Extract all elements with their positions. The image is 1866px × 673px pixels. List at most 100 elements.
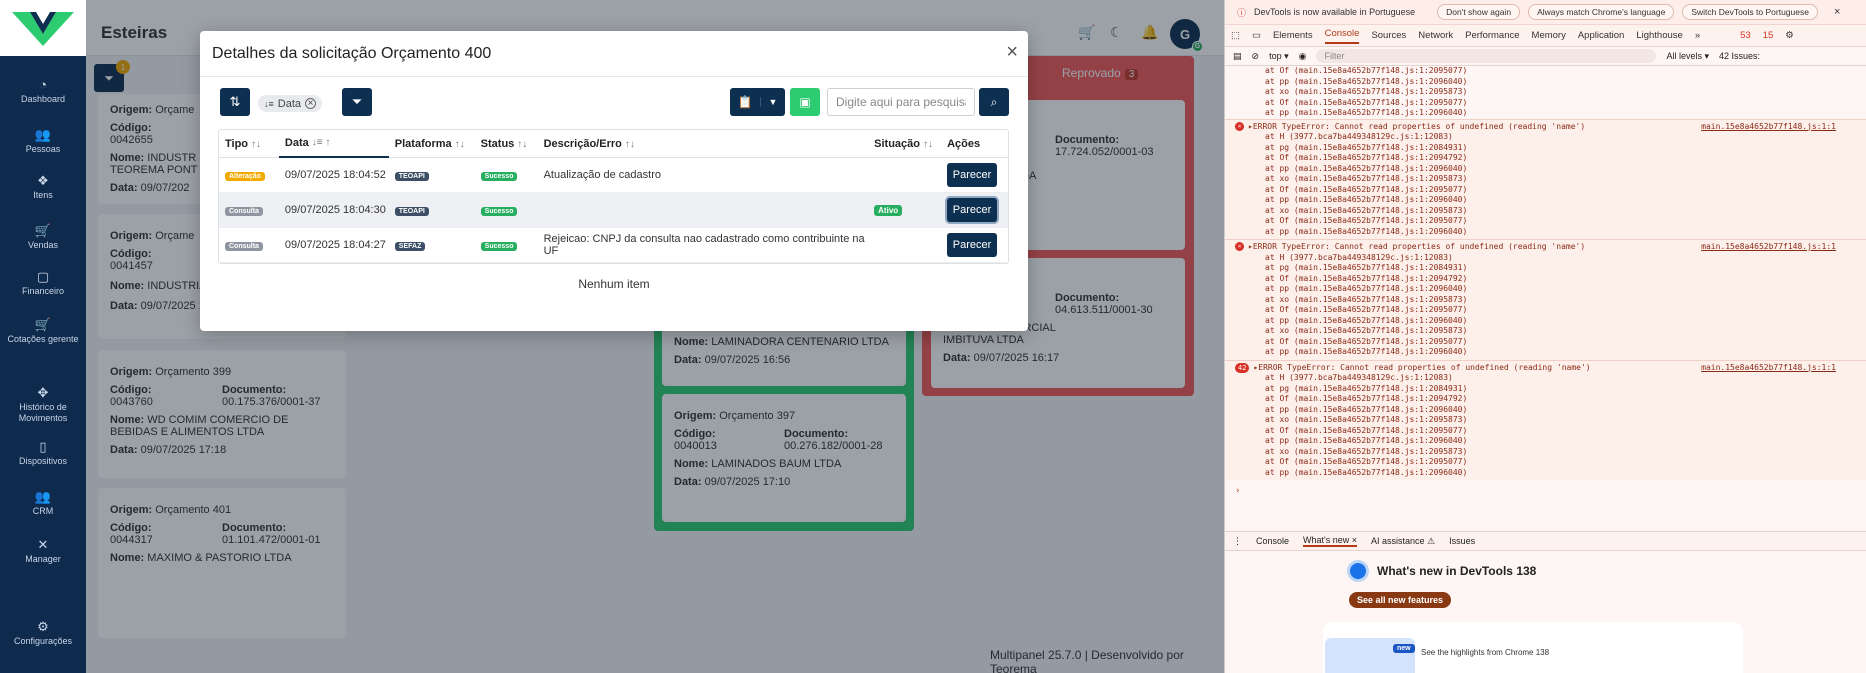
table-row: Consulta 09/07/2025 18:04:27 SEFAZ Sucesso R…	[219, 228, 1008, 263]
col-header-data[interactable]: Data ↓≡ ↑	[278, 130, 389, 158]
new-badge: new	[1393, 644, 1415, 653]
sort-toggle-button[interactable]: ⇅	[220, 88, 250, 116]
modal-divider	[200, 76, 1028, 77]
search-input[interactable]	[827, 88, 975, 116]
sidebar-item-1[interactable]: 👥 Pessoas	[0, 128, 86, 155]
sidebar-item-5[interactable]: 🛒 Cotações gerente	[0, 318, 86, 345]
drawer-tab-0[interactable]: Console	[1256, 536, 1289, 546]
sidebar-item-7[interactable]: ▯ Dispositivos	[0, 440, 86, 467]
filter-button[interactable]: ⏷	[342, 88, 372, 116]
export-dropdown-button[interactable]: 📋 ▼	[730, 88, 785, 116]
stack-frame: at xo (main.15e8a4652b77f148.js:1:209587…	[1265, 205, 1468, 215]
gear-icon[interactable]: ⚙	[1785, 30, 1794, 41]
switch-language-button[interactable]: Switch DevTools to Portuguese	[1682, 4, 1818, 20]
sidebar-item-10[interactable]: ⚙ Configurações	[0, 620, 86, 647]
see-all-features-button[interactable]: See all new features	[1349, 592, 1452, 608]
drawer-tab-2[interactable]: AI assistance ⚠	[1371, 536, 1435, 547]
col-header-situacao[interactable]: Situação ↑↓	[868, 138, 941, 150]
notice-text: DevTools is now available in Portuguese	[1254, 7, 1416, 17]
chrome-logo-icon	[1347, 560, 1369, 582]
sort-arrows-icon: ⇅	[229, 94, 241, 109]
devtools-tab-5[interactable]: Memory	[1532, 30, 1566, 41]
inspect-icon[interactable]: ⬚	[1231, 30, 1240, 41]
console-filter-input[interactable]: Filter	[1316, 49, 1657, 63]
issues-counter[interactable]: 42 Issues:	[1719, 51, 1760, 61]
devtools-tab-1[interactable]: Console	[1324, 28, 1360, 44]
brand-logo[interactable]	[0, 0, 86, 56]
col-header-plataforma[interactable]: Plataforma ↑↓	[389, 138, 475, 150]
cart-icon: 🛒	[34, 223, 52, 238]
sidebar-item-label: Configurações	[13, 636, 73, 646]
logo-icon	[12, 12, 74, 46]
requests-table: Tipo ↑↓ Data ↓≡ ↑ Plataforma ↑↓ Status ↑↓ De…	[218, 129, 1009, 264]
parecer-button[interactable]: Parecer	[947, 233, 998, 257]
platform-badge: TEOAPI	[394, 172, 429, 181]
sidebar-item-2[interactable]: ❖ Itens	[0, 174, 86, 201]
sidebar-item-6[interactable]: ✥ Histórico de Movimentos	[0, 386, 86, 424]
devtools-tab-0[interactable]: Elements	[1273, 30, 1313, 41]
sort-icon: ↑↓	[517, 138, 528, 150]
highlights-card[interactable]: new See the highlights from Chrome 138	[1323, 622, 1743, 673]
stack-frame: at pp (main.15e8a4652b77f148.js:1:209604…	[1265, 163, 1468, 173]
drawer-tab-1[interactable]: What's new ×	[1303, 535, 1358, 547]
devtools-tab-7[interactable]: Lighthouse	[1636, 30, 1682, 41]
chip-remove-icon[interactable]: ×	[305, 98, 317, 109]
console-prompt[interactable]: ›	[1225, 480, 1866, 502]
col-header-descricao[interactable]: Descrição/Erro ↑↓	[538, 138, 869, 150]
sidebar-toggle-icon[interactable]: ▤	[1233, 51, 1242, 62]
table-row: Consulta 09/07/2025 18:04:30 TEOAPI Sucesso…	[219, 193, 1008, 228]
devtools-tab-3[interactable]: Network	[1418, 30, 1453, 41]
context-select[interactable]: top ▾	[1269, 51, 1289, 62]
sort-icon: ↑↓	[454, 138, 465, 150]
devtools-tab-6[interactable]: Application	[1578, 30, 1624, 41]
console-error-entry[interactable]: × ▸ERROR TypeError: Cannot read propertie…	[1225, 118, 1866, 239]
console-log: at Of (main.15e8a4652b77f148.js:1:209507…	[1225, 66, 1866, 480]
dont-show-again-button[interactable]: Don't show again	[1437, 4, 1521, 20]
col-header-tipo[interactable]: Tipo ↑↓	[219, 138, 279, 150]
match-language-button[interactable]: Always match Chrome's language	[1528, 4, 1675, 20]
sidebar-item-4[interactable]: ▢ Financeiro	[0, 270, 86, 297]
sort-icon: ↓≡ ↑	[311, 137, 331, 148]
stack-frame: at Of (main.15e8a4652b77f148.js:1:209479…	[1265, 153, 1468, 162]
sort-chip[interactable]: ↓≡ Data ×	[258, 95, 323, 112]
sidebar-item-label: Cotações gerente	[7, 334, 79, 344]
sidebar-item-3[interactable]: 🛒 Vendas	[0, 224, 86, 251]
warning-count[interactable]: 15	[1763, 30, 1774, 41]
devtools-tab-2[interactable]: Sources	[1371, 30, 1406, 41]
tools-icon: ✕	[37, 537, 49, 552]
devtools-tab-8[interactable]: »	[1695, 30, 1700, 41]
col-header-status[interactable]: Status ↑↓	[475, 138, 538, 150]
sidebar-item-0[interactable]: ◔ Dashboard	[0, 78, 86, 105]
parecer-button[interactable]: Parecer	[947, 163, 998, 187]
console-error-entry[interactable]: × ▸ERROR TypeError: Cannot read propertie…	[1225, 239, 1866, 360]
highlights-text: See the highlights from Chrome 138	[1421, 648, 1550, 657]
parecer-button[interactable]: Parecer	[947, 198, 998, 222]
drawer-menu-icon[interactable]: ⋮	[1233, 536, 1242, 547]
situation-badge: Ativo	[874, 205, 903, 216]
console-error-entry[interactable]: 42 ▸ERROR TypeError: Cannot read properti…	[1225, 359, 1866, 480]
sidebar-item-8[interactable]: 👥 CRM	[0, 490, 86, 517]
error-count[interactable]: 53	[1740, 30, 1751, 41]
clear-console-icon[interactable]: ⊘	[1252, 51, 1260, 62]
table-row: Alteração 09/07/2025 18:04:52 TEOAPI Sucess…	[219, 158, 1008, 193]
search-button[interactable]: ⌕	[979, 88, 1009, 116]
eye-icon[interactable]: ◉	[1299, 51, 1307, 62]
stack-frame: at pg (main.15e8a4652b77f148.js:1:208493…	[1265, 263, 1468, 272]
source-link[interactable]: main.15e8a4652b77f148.js:1:1	[1701, 122, 1836, 133]
source-link[interactable]: main.15e8a4652b77f148.js:1:1	[1701, 242, 1836, 253]
stack-frame: at pp (main.15e8a4652b77f148.js:1:209604…	[1265, 76, 1468, 86]
stack-frame: at Of (main.15e8a4652b77f148.js:1:209507…	[1265, 425, 1468, 435]
close-icon[interactable]: ×	[1006, 41, 1018, 64]
devtools-tab-4[interactable]: Performance	[1465, 30, 1519, 41]
stack-frame: at H (3977.bca7ba449348129c.js:1:12083)	[1265, 252, 1453, 262]
device-toggle-icon[interactable]: ▭	[1252, 30, 1261, 41]
log-levels-select[interactable]: All levels ▾	[1666, 51, 1709, 62]
drawer-tab-3[interactable]: Issues	[1449, 536, 1475, 546]
stack-frame: at pp (main.15e8a4652b77f148.js:1:209604…	[1265, 226, 1468, 236]
source-link[interactable]: main.15e8a4652b77f148.js:1:1	[1701, 363, 1836, 374]
stack-frame: at xo (main.15e8a4652b77f148.js:1:209587…	[1265, 174, 1468, 183]
excel-export-button[interactable]: ▣	[790, 88, 820, 116]
sidebar: ◔ Dashboard 👥 Pessoas ❖ Itens 🛒 Vendas ▢ Financei…	[0, 0, 86, 673]
sidebar-item-9[interactable]: ✕ Manager	[0, 538, 86, 565]
close-icon[interactable]: ×	[1834, 6, 1840, 18]
